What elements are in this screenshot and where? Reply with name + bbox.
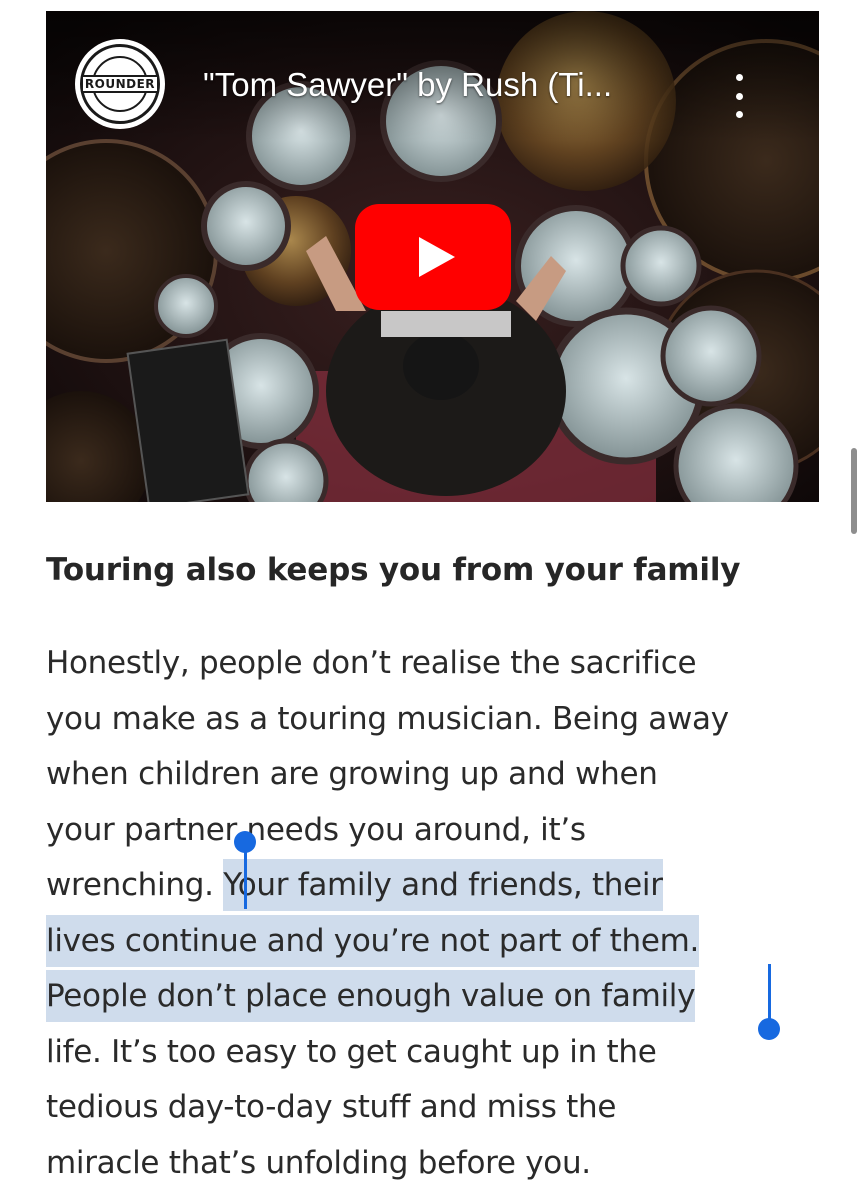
paragraph-line: tedious day-to-day stuff and miss the [46,1089,617,1125]
paragraph-line: lives continue and you’re not part of th… [46,914,826,970]
paragraph-line: life. It’s too easy to get caught up in … [46,1033,657,1070]
paragraph-line: miracle that’s unfolding before you. [46,1144,591,1181]
video-embed[interactable]: ROUNDER "Tom Sawyer" by Rush (Ti... [46,11,819,502]
play-icon [419,237,455,277]
paragraph-line: you make as a touring musician. Being aw… [46,700,729,737]
selected-text[interactable]: lives continue and you’re not part of th… [46,914,699,967]
selected-text[interactable]: Your family and friends, their [223,859,663,911]
video-title[interactable]: "Tom Sawyer" by Rush (Ti... [203,66,612,104]
paragraph-line: your partner needs you around, it’s [46,811,586,848]
selected-text[interactable]: People don’t place enough value on famil… [46,970,695,1022]
selection-end-handle-stem [768,964,771,1022]
vertical-dots-icon[interactable] [733,74,745,118]
paragraph-line: Honestly, people don’t realise the sacri… [46,645,697,681]
channel-avatar[interactable]: ROUNDER [75,39,165,129]
menu-dot [735,92,743,100]
paragraph-line: wrenching. Your family and friends, thei… [46,858,826,914]
selection-end-handle[interactable] [758,1018,780,1040]
selection-start-handle-stem [244,845,247,909]
play-button[interactable] [355,204,511,310]
paragraph-text: wrenching. [46,867,224,903]
paragraph-line: when children are growing up and when [46,756,658,792]
article-paragraph: Honestly, people don’t realise the sacri… [46,636,826,1191]
paragraph-line: People don’t place enough value on famil… [46,969,826,1025]
section-heading: Touring also keeps you from your family [46,552,741,588]
page-scrollbar[interactable] [851,448,857,534]
menu-dot [735,74,743,81]
menu-dot [735,111,743,118]
channel-logo-text: ROUNDER [80,75,160,93]
